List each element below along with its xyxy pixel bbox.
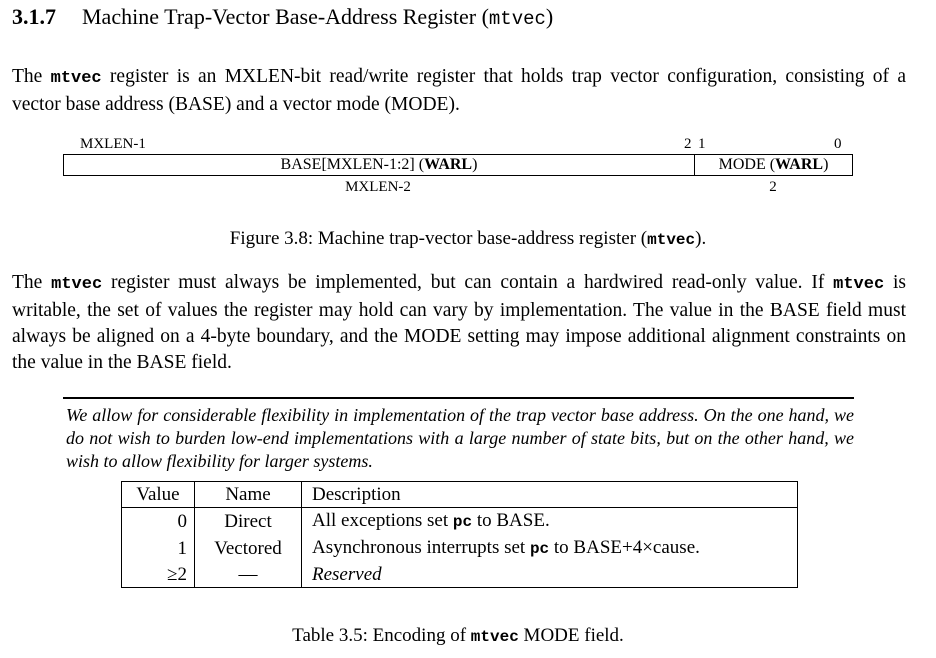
cell-name: Direct [194,507,302,535]
bit-label-base-lsb: 2 [684,136,692,152]
cell-description: Asynchronous interrupts set pc to BASE+4… [302,535,798,562]
text: The [12,66,51,87]
width-label-base: MXLEN-2 [345,179,411,195]
mode-encoding-table: Value Name Description 0 Direct All exce… [121,481,798,588]
cell-value: ≥2 [121,562,195,588]
field-name: BASE[MXLEN-1:2] ( [280,156,425,173]
text: All exceptions set [312,510,453,531]
inline-code: mtvec [833,275,885,294]
table-row: 0 Direct All exceptions set pc to BASE. [121,507,798,536]
inline-code: pc [529,540,550,558]
cell-value: 1 [121,535,195,562]
bit-label-mode-lsb: 0 [834,136,842,152]
header-name: Name [194,481,302,508]
section-title-end: ) [545,4,554,29]
field-end: ) [823,156,829,173]
inline-code: mtvec [470,628,519,646]
text: to BASE. [472,510,550,531]
cell-description: All exceptions set pc to BASE. [302,508,798,536]
register-diagram: BASE[MXLEN-1:2] (WARL) MODE (WARL) [63,154,853,176]
bit-label-mode-msb: 1 [698,136,706,152]
table-row: 1 Vectored Asynchronous interrupts set p… [121,535,798,562]
cell-name: Vectored [194,535,302,562]
intro-paragraph: The mtvec register is an MXLEN-bit read/… [12,64,906,118]
table-caption: Table 3.5: Encoding of mtvec MODE field. [0,625,916,647]
register-field-mode: MODE (WARL) [695,155,852,175]
text: MODE field. [518,625,624,646]
text: Figure 3.8: Machine trap-vector base-add… [229,228,648,249]
bit-label-msb: MXLEN-1 [80,136,146,152]
table-header-row: Value Name Description [121,481,798,508]
body-paragraph: The mtvec register must always be implem… [12,270,906,376]
inline-code: mtvec [50,69,102,88]
section-title: Machine Trap-Vector Base-Address Registe… [82,4,489,29]
text: Table 3.5: Encoding of [292,625,471,646]
field-end: ) [472,156,478,173]
section-heading: 3.1.7 Machine Trap-Vector Base-Address Re… [12,4,553,30]
field-name: MODE ( [718,156,776,173]
table-row: ≥2 — Reserved [121,562,798,588]
figure-caption: Figure 3.8: Machine trap-vector base-add… [0,228,936,250]
text: The [12,272,52,293]
section-title-code: mtvec [488,8,546,30]
text: Asynchronous interrupts set [312,537,530,558]
section-number: 3.1.7 [12,4,56,29]
commentary-divider [63,397,854,399]
cell-description: Reserved [302,562,798,588]
commentary-text: We allow for considerable flexibility in… [66,405,854,471]
width-label-mode: 2 [769,179,777,195]
header-value: Value [121,481,195,508]
text: ). [695,228,707,249]
header-description: Description [312,484,401,505]
text: register must always be implemented, but… [102,272,834,293]
inline-code: mtvec [647,231,696,249]
inline-code: mtvec [51,275,103,294]
field-attr: WARL [424,156,473,173]
text: to BASE+4×cause. [549,537,700,558]
cell-name: — [194,562,302,588]
register-field-base: BASE[MXLEN-1:2] (WARL) [64,155,695,175]
inline-code: pc [452,513,473,531]
cell-value: 0 [121,507,195,535]
field-attr: WARL [775,156,824,173]
text: Reserved [312,564,382,585]
text: register is an MXLEN-bit read/write regi… [12,66,906,115]
